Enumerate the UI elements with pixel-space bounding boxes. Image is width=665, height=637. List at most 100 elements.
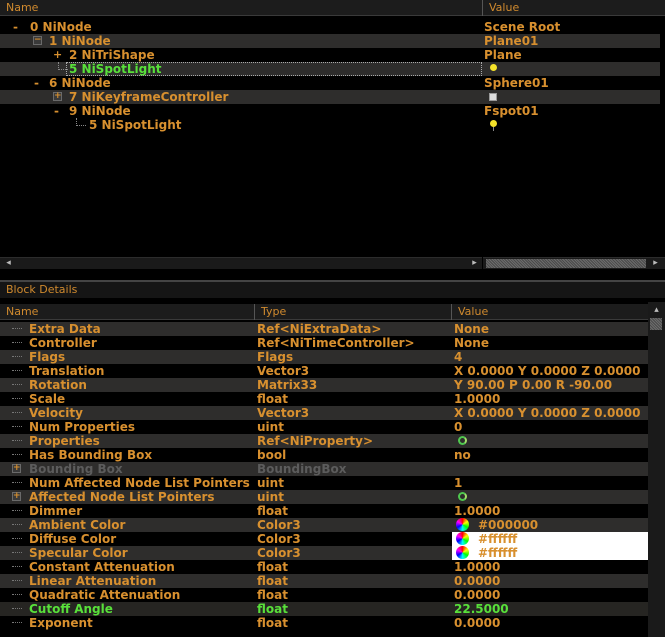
property-name: Flags [29, 350, 66, 364]
details-row[interactable]: Rotation Matrix33 Y 90.00 P 0.00 R -90.00 [0, 378, 648, 392]
property-type: Color3 [257, 518, 301, 532]
property-value[interactable]: 1.0000 [454, 560, 500, 574]
scroll-up-icon[interactable]: ▴ [652, 304, 661, 316]
property-type: uint [257, 490, 284, 504]
scroll-right-icon[interactable]: ▸ [470, 257, 479, 269]
details-row[interactable]: Properties Ref<NiProperty> [0, 434, 648, 448]
property-type: float [257, 588, 288, 602]
expand-icon[interactable]: + [12, 464, 21, 473]
details-header-type[interactable]: Type [255, 304, 451, 320]
scroll-left-icon[interactable]: ◂ [4, 257, 13, 269]
property-value[interactable]: None [454, 322, 489, 336]
tree-guide-dots [12, 552, 22, 553]
property-value[interactable]: 1.0000 [454, 392, 500, 406]
tree-node-label: 1 NiNode [49, 34, 111, 48]
tree-collapse-dash[interactable]: - [34, 76, 39, 90]
details-row[interactable]: Diffuse Color Color3 #ffffff [0, 532, 648, 546]
details-row[interactable]: Num Affected Node List Pointers uint 1 [0, 476, 648, 490]
expand-icon[interactable]: + [53, 92, 62, 101]
property-type: uint [257, 420, 284, 434]
tree-collapse-dash[interactable]: - [54, 104, 59, 118]
property-name: Linear Attenuation [29, 574, 157, 588]
expand-icon[interactable]: + [12, 492, 21, 501]
scroll-right-icon[interactable]: ▸ [651, 257, 660, 269]
property-name: Num Affected Node List Pointers [29, 476, 250, 490]
tree-node-value: Sphere01 [484, 76, 549, 90]
tree-node-value: Plane [484, 48, 522, 62]
property-value[interactable]: #000000 [478, 518, 538, 532]
tree-node-label: 9 NiNode [69, 104, 131, 118]
tree-node-value: Scene Root [484, 20, 561, 34]
tree-node-label: 7 NiKeyframeController [69, 90, 229, 104]
tree-row[interactable]: − 1 NiNode Plane01 [0, 34, 660, 48]
tree-guide-dots [12, 580, 22, 581]
details-row[interactable]: Scale float 1.0000 [0, 392, 648, 406]
tree-node-label: 0 NiNode [30, 20, 92, 34]
property-type: float [257, 616, 288, 630]
tree-row[interactable]: - 0 NiNode Scene Root [0, 20, 665, 34]
tree-guide-dots [12, 342, 22, 343]
details-row[interactable]: Dimmer float 1.0000 [0, 504, 648, 518]
details-row[interactable]: Translation Vector3 X 0.0000 Y 0.0000 Z 0.… [0, 364, 648, 378]
details-row[interactable]: Num Properties uint 0 [0, 420, 648, 434]
tree-row-selected[interactable]: 5 NiSpotLight [0, 62, 660, 76]
details-header-value[interactable]: Value [452, 304, 648, 320]
color-wheel-icon[interactable] [456, 532, 469, 545]
property-value[interactable]: #ffffff [478, 546, 517, 560]
details-vscrollbar[interactable] [648, 302, 665, 637]
property-name: Ambient Color [29, 518, 126, 532]
tree-value-scroll-thumb[interactable] [486, 259, 646, 268]
property-value[interactable]: 4 [454, 350, 462, 364]
property-value[interactable]: 0 [454, 420, 462, 434]
property-value[interactable]: X 0.0000 Y 0.0000 Z 0.0000 [454, 364, 640, 378]
property-value[interactable]: 1.0000 [454, 504, 500, 518]
tree-row[interactable]: 5 NiSpotLight [0, 118, 665, 132]
property-value[interactable]: 22.5000 [454, 602, 509, 616]
property-value[interactable]: no [454, 448, 471, 462]
details-row[interactable]: + Affected Node List Pointers uint [0, 490, 648, 504]
property-type: float [257, 574, 288, 588]
details-row[interactable]: Ambient Color Color3 #000000 [0, 518, 648, 532]
details-row[interactable]: Flags Flags 4 [0, 350, 648, 364]
details-header-name[interactable]: Name [0, 304, 254, 320]
expand-icon[interactable]: + [53, 48, 62, 62]
refresh-link-icon[interactable] [458, 436, 467, 445]
property-name: Diffuse Color [29, 532, 117, 546]
tree-header-value[interactable]: Value [483, 0, 665, 16]
details-row[interactable]: Has Bounding Box bool no [0, 448, 648, 462]
tree-row[interactable]: + 2 NiTriShape Plane [0, 48, 665, 62]
tree-guide-dots [12, 370, 22, 371]
property-value[interactable]: Y 90.00 P 0.00 R -90.00 [454, 378, 612, 392]
tree-row[interactable]: - 6 NiNode Sphere01 [0, 76, 665, 90]
details-row[interactable]: Velocity Vector3 X 0.0000 Y 0.0000 Z 0.000… [0, 406, 648, 420]
details-row[interactable]: Quadratic Attenuation float 0.0000 [0, 588, 648, 602]
details-row[interactable]: Linear Attenuation float 0.0000 [0, 574, 648, 588]
details-row[interactable]: Constant Attenuation float 1.0000 [0, 560, 648, 574]
property-value[interactable]: None [454, 336, 489, 350]
details-scroll-thumb[interactable] [650, 318, 662, 330]
color-wheel-icon[interactable] [456, 546, 469, 559]
property-value[interactable]: 0.0000 [454, 574, 500, 588]
tree-collapse-dash[interactable]: - [13, 20, 18, 34]
details-row[interactable]: + Bounding Box BoundingBox [0, 462, 648, 476]
property-value[interactable]: #ffffff [478, 532, 517, 546]
property-value[interactable]: 0.0000 [454, 588, 500, 602]
refresh-link-icon[interactable] [458, 492, 467, 501]
tree-row[interactable]: + 7 NiKeyframeController [0, 90, 660, 104]
details-row[interactable]: Cutoff Angle float 22.5000 [0, 602, 648, 616]
tree-node-label: 6 NiNode [49, 76, 111, 90]
property-value[interactable]: 1 [454, 476, 462, 490]
details-row[interactable]: Controller Ref<NiTimeController> None [0, 336, 648, 350]
collapse-icon[interactable]: − [33, 36, 42, 45]
color-wheel-icon[interactable] [456, 518, 469, 531]
property-type: uint [257, 476, 284, 490]
property-value[interactable]: 0.0000 [454, 616, 500, 630]
details-row[interactable]: Specular Color Color3 #ffffff [0, 546, 648, 560]
property-value[interactable]: X 0.0000 Y 0.0000 Z 0.0000 [454, 406, 640, 420]
tree-name-hscrollbar[interactable] [0, 257, 482, 269]
details-row[interactable]: Exponent float 0.0000 [0, 616, 648, 630]
tree-row[interactable]: - 9 NiNode Fspot01 [0, 104, 665, 118]
details-row[interactable]: Extra Data Ref<NiExtraData> None [0, 322, 648, 336]
tree-guide-dots [12, 482, 22, 483]
tree-header-name[interactable]: Name [0, 0, 482, 16]
